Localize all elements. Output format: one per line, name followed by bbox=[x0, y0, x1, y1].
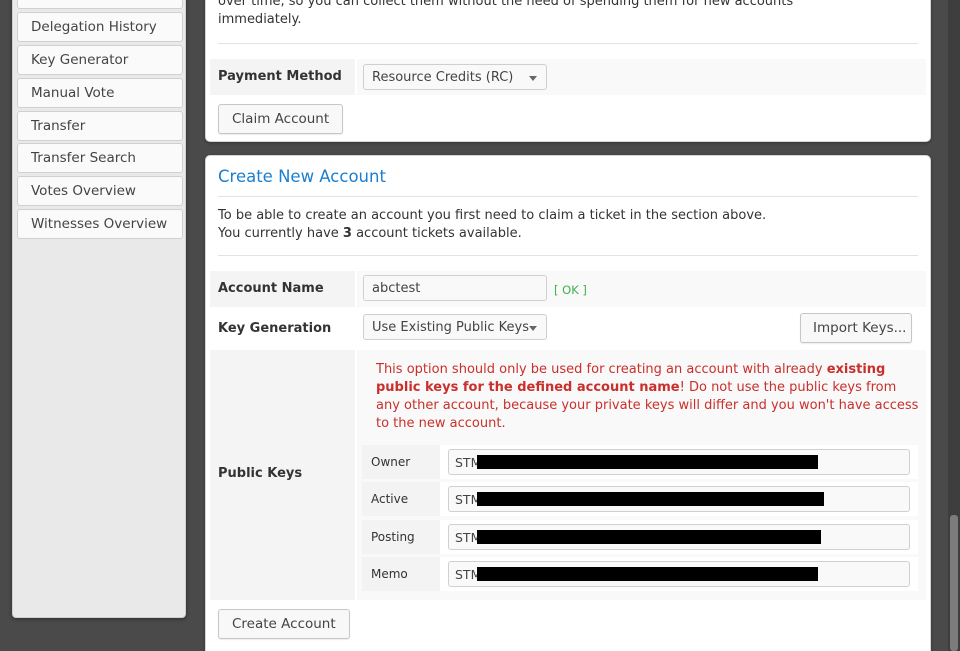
active-key-input[interactable]: STM bbox=[448, 486, 910, 512]
account-name-row: Account Name abctest [ OK ] bbox=[210, 271, 926, 307]
account-name-status: [ OK ] bbox=[554, 283, 587, 297]
redaction-bar bbox=[477, 492, 824, 506]
ticket-count: 3 bbox=[342, 226, 352, 241]
account-name-label: Account Name bbox=[218, 281, 324, 296]
sidebar-item-votes-overview[interactable]: Votes Overview bbox=[17, 176, 183, 206]
key-generation-row: Key Generation Use Existing Public Keys … bbox=[210, 307, 926, 350]
create-account-button[interactable]: Create Account bbox=[218, 609, 350, 639]
key-generation-select[interactable]: Use Existing Public Keys bbox=[363, 314, 547, 340]
key-row-memo: Memo STM bbox=[362, 557, 918, 591]
key-row-owner: Owner STM bbox=[362, 445, 918, 479]
create-account-panel: Create New Account To be able to create … bbox=[205, 155, 931, 651]
divider bbox=[218, 255, 918, 256]
active-key-label: Active bbox=[371, 492, 409, 506]
public-keys-row: Public Keys This option should only be u… bbox=[210, 350, 926, 600]
public-keys-label: Public Keys bbox=[218, 466, 303, 481]
create-desc-line1: To be able to create an account you firs… bbox=[218, 208, 767, 223]
claim-account-panel: over time, so you can collect them witho… bbox=[205, 0, 931, 142]
create-description: To be able to create an account you firs… bbox=[218, 207, 766, 243]
owner-key-label: Owner bbox=[371, 455, 411, 469]
page-scrollbar[interactable] bbox=[948, 0, 960, 651]
posting-key-label: Posting bbox=[371, 530, 415, 544]
sidebar-item-key-generator[interactable]: Key Generator bbox=[17, 45, 183, 75]
redaction-bar bbox=[477, 455, 818, 469]
memo-key-label: Memo bbox=[371, 567, 408, 581]
sidebar-item-delegation-history[interactable]: Delegation History bbox=[17, 12, 183, 42]
active-key-cell: STM bbox=[440, 482, 918, 516]
posting-key-input[interactable]: STM bbox=[448, 524, 910, 550]
payment-method-value: Resource Credits (RC) bbox=[372, 70, 514, 85]
sidebar-item-transfer[interactable]: Transfer bbox=[17, 111, 183, 141]
claim-intro-line2: immediately. bbox=[218, 12, 302, 27]
sidebar-item-manual-vote[interactable]: Manual Vote bbox=[17, 78, 183, 108]
key-generation-label: Key Generation bbox=[218, 321, 332, 336]
section-title: Create New Account bbox=[218, 167, 386, 186]
warning-message: This option should only be used for crea… bbox=[376, 362, 919, 431]
chevron-down-icon bbox=[529, 326, 537, 331]
payment-method-select[interactable]: Resource Credits (RC) bbox=[363, 64, 547, 90]
memo-key-input[interactable]: STM bbox=[448, 561, 910, 587]
owner-key-input[interactable]: STM bbox=[448, 449, 910, 475]
payment-method-label: Payment Method bbox=[218, 69, 342, 84]
payment-method-row: Payment Method Resource Credits (RC) bbox=[210, 59, 926, 95]
payment-method-cell: Resource Credits (RC) bbox=[355, 59, 926, 95]
claim-intro-line1: over time, so you can collect them witho… bbox=[218, 0, 794, 9]
memo-key-cell: STM bbox=[440, 557, 918, 591]
divider bbox=[218, 196, 918, 197]
key-generation-value: Use Existing Public Keys bbox=[372, 320, 529, 335]
sidebar-item-witnesses-overview[interactable]: Witnesses Overview bbox=[17, 209, 183, 239]
divider bbox=[218, 43, 918, 44]
key-row-posting: Posting STM bbox=[362, 520, 918, 554]
sidebar-item-partial[interactable] bbox=[17, 0, 183, 9]
sidebar: Delegation History Key Generator Manual … bbox=[12, 0, 186, 618]
redaction-bar bbox=[477, 567, 818, 581]
claim-account-button[interactable]: Claim Account bbox=[218, 104, 344, 134]
sidebar-item-transfer-search[interactable]: Transfer Search bbox=[17, 143, 183, 173]
claim-intro-text: over time, so you can collect them witho… bbox=[218, 0, 908, 29]
key-row-active: Active STM bbox=[362, 482, 918, 516]
posting-key-cell: STM bbox=[440, 520, 918, 554]
account-name-input[interactable]: abctest bbox=[363, 275, 547, 301]
owner-key-cell: STM bbox=[440, 445, 918, 479]
redaction-bar bbox=[477, 530, 821, 544]
chevron-down-icon bbox=[529, 76, 537, 81]
create-desc-line2: You currently have 3 account tickets ava… bbox=[218, 226, 522, 241]
scrollbar-thumb[interactable] bbox=[950, 515, 958, 651]
import-keys-button[interactable]: Import Keys... bbox=[800, 313, 912, 343]
account-name-cell: abctest [ OK ] bbox=[355, 271, 926, 307]
